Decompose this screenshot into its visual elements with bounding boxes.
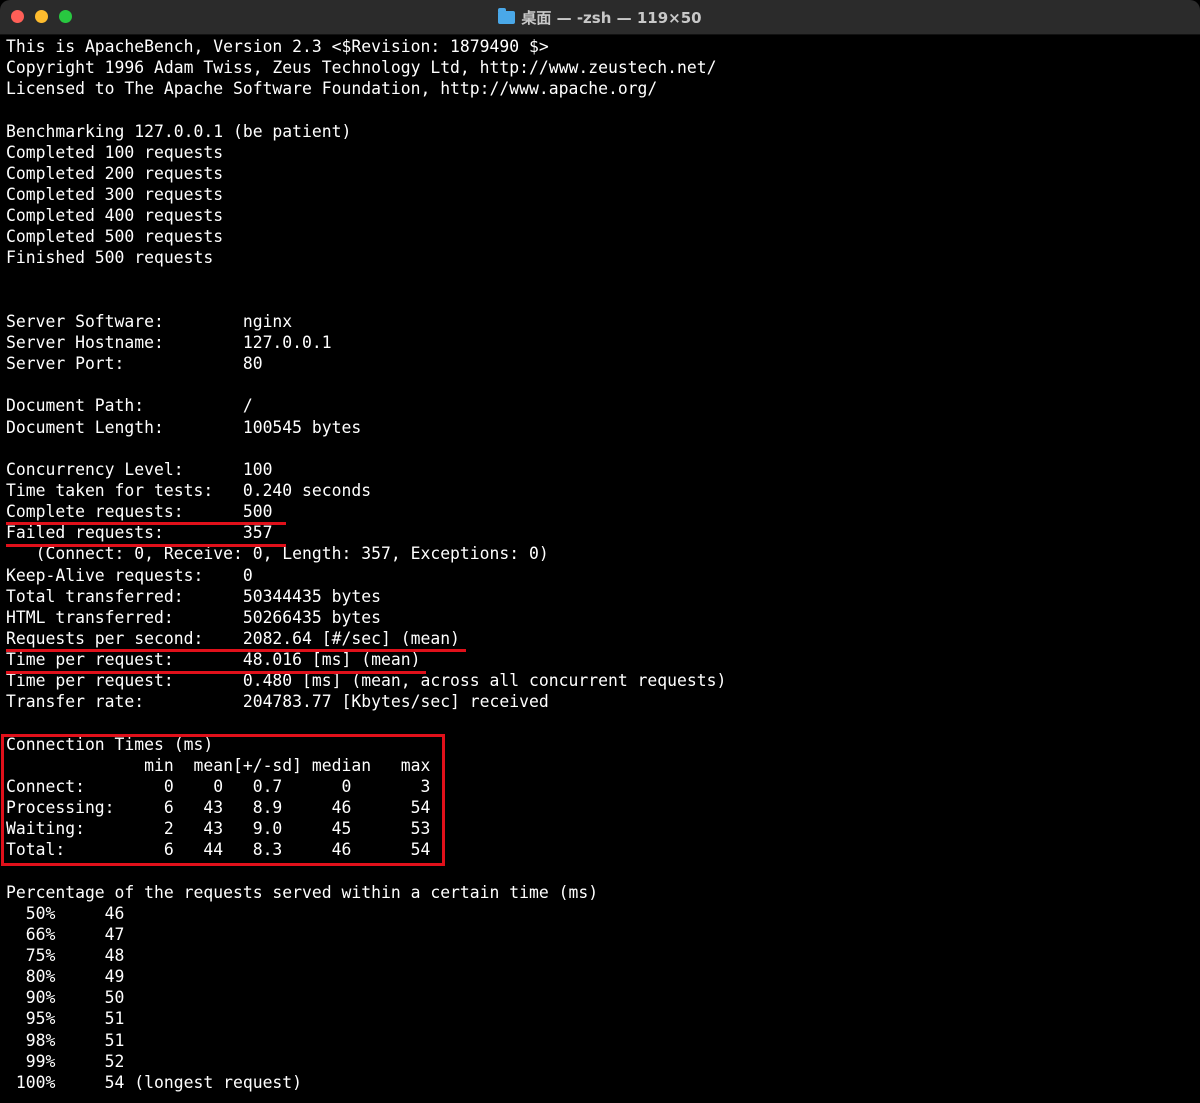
terminal-line: Transfer rate: 204783.77 [Kbytes/sec] re… <box>6 692 549 712</box>
terminal-line: 80% 49 <box>6 967 125 987</box>
highlight-box-connection-times <box>1 734 445 866</box>
highlight-underline-failed-requests <box>6 544 286 547</box>
terminal-line: 95% 51 <box>6 1009 125 1029</box>
terminal-line: Licensed to The Apache Software Foundati… <box>6 79 658 99</box>
terminal-line: Percentage of the requests served within… <box>6 882 599 902</box>
terminal-line: Copyright 1996 Adam Twiss, Zeus Technolo… <box>6 58 717 78</box>
terminal-line: 99% 52 <box>6 1051 125 1071</box>
terminal-line: Benchmarking 127.0.0.1 (be patient) <box>6 121 352 141</box>
terminal-line: Time per request: 48.016 [ms] (mean) <box>6 650 421 670</box>
terminal-line: Total transferred: 50344435 bytes <box>6 586 381 606</box>
terminal-line: 100% 54 (longest request) <box>6 1072 303 1092</box>
terminal-window: 桌面 — -zsh — 119×50 This is ApacheBench, … <box>0 0 1200 1103</box>
terminal-line: Server Hostname: 127.0.0.1 <box>6 332 332 352</box>
terminal-line: This is ApacheBench, Version 2.3 <$Revis… <box>6 37 549 56</box>
terminal-line: Server Software: nginx <box>6 311 293 331</box>
terminal-line: Requests per second: 2082.64 [#/sec] (me… <box>6 628 460 648</box>
terminal-line: Document Path: / <box>6 396 253 416</box>
terminal-line: HTML transferred: 50266435 bytes <box>6 607 381 627</box>
terminal-line: Completed 300 requests <box>6 184 224 204</box>
terminal-line: 66% 47 <box>6 924 125 944</box>
terminal-line: 75% 48 <box>6 946 125 966</box>
window-title-area: 桌面 — -zsh — 119×50 <box>0 0 1200 34</box>
terminal-line: 98% 51 <box>6 1030 125 1050</box>
terminal-line: Time taken for tests: 0.240 seconds <box>6 480 372 500</box>
terminal-line: Finished 500 requests <box>6 248 214 268</box>
terminal-line: Concurrency Level: 100 <box>6 459 273 479</box>
highlight-underline-complete-requests <box>6 522 286 525</box>
terminal-line: 50% 46 <box>6 903 125 923</box>
terminal-line: 90% 50 <box>6 988 125 1008</box>
title-bar: 桌面 — -zsh — 119×50 <box>0 0 1200 35</box>
terminal-output[interactable]: This is ApacheBench, Version 2.3 <$Revis… <box>0 35 1200 1093</box>
terminal-line: Completed 100 requests <box>6 142 224 162</box>
window-title: 桌面 — -zsh — 119×50 <box>521 8 702 27</box>
terminal-line: Completed 500 requests <box>6 227 224 247</box>
folder-icon <box>498 7 516 24</box>
terminal-line: Completed 200 requests <box>6 163 224 183</box>
terminal-line: Server Port: 80 <box>6 354 263 374</box>
highlight-underline-time-per-request <box>6 671 426 674</box>
terminal-line: Complete requests: 500 <box>6 502 273 522</box>
terminal-line: Document Length: 100545 bytes <box>6 417 362 437</box>
terminal-line: Keep-Alive requests: 0 <box>6 565 253 585</box>
highlight-underline-requests-per-second <box>6 649 466 652</box>
terminal-line: Completed 400 requests <box>6 206 224 226</box>
terminal-line: Failed requests: 357 <box>6 523 273 543</box>
